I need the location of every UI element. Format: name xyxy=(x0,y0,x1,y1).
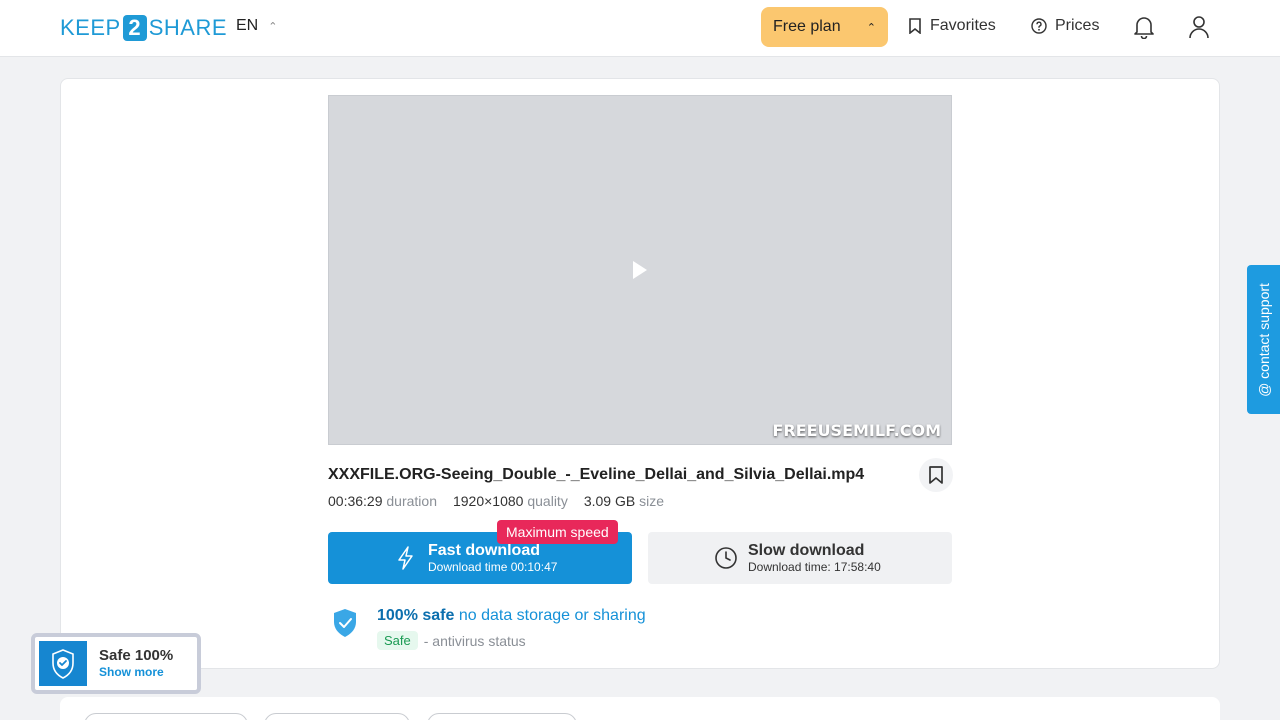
safe-100-widget[interactable]: Safe 100% Show more xyxy=(31,633,201,694)
size-unit: size xyxy=(639,493,664,509)
logo-text-mid: 2 xyxy=(122,15,147,41)
safe-widget-text: Safe 100% Show more xyxy=(99,647,173,680)
plan-label: Free plan xyxy=(773,18,841,35)
duration-info: 00:36:29 duration xyxy=(328,493,437,509)
fast-download-label: Fast download xyxy=(428,542,540,559)
contact-support-label: @ contact support xyxy=(1255,282,1272,397)
safe-widget-title: Safe 100% xyxy=(99,647,174,664)
favorites-label: Favorites xyxy=(930,17,996,34)
bottom-tab-pill[interactable] xyxy=(84,713,248,720)
account-button[interactable] xyxy=(1186,14,1212,40)
video-preview-thumbnail[interactable]: FREEUSEMILF.COM xyxy=(328,95,952,445)
fast-download-time: Download time 00:10:47 xyxy=(428,560,558,574)
prices-label: Prices xyxy=(1055,17,1100,34)
keep2share-logo[interactable]: KEEP 2 SHARE xyxy=(60,14,227,42)
safe-widget-shield xyxy=(39,641,87,686)
user-icon xyxy=(1189,16,1209,39)
bookmark-icon xyxy=(909,18,921,34)
fast-download-text: Fast download Download time 00:10:47 xyxy=(428,542,557,574)
add-to-favorites-button[interactable] xyxy=(919,458,953,492)
safe-status-badge: Safe xyxy=(377,631,418,650)
lightning-icon xyxy=(398,546,413,570)
quality-value: 1920×1080 xyxy=(452,493,524,509)
logo-text-right: SHARE xyxy=(148,15,227,40)
language-label: EN xyxy=(236,17,259,34)
bell-icon xyxy=(1134,17,1154,39)
antivirus-status: Safe - antivirus status xyxy=(377,631,526,650)
contact-support-tab[interactable]: @ contact support xyxy=(1247,265,1280,414)
size-info: 3.09 GB size xyxy=(584,493,664,509)
file-name: XXXFILE.ORG-Seeing_Double_-_Eveline_Dell… xyxy=(328,466,865,483)
favorites-link[interactable]: Favorites xyxy=(908,17,996,35)
slow-download-button[interactable]: Slow download Download time: 17:58:40 xyxy=(648,532,952,584)
prices-link[interactable]: Prices xyxy=(1031,17,1099,35)
slow-download-label: Slow download xyxy=(748,542,865,559)
quality-unit: quality xyxy=(527,493,568,509)
chevron-up-icon: ⌃ xyxy=(866,21,876,34)
top-navigation-bar: KEEP 2 SHARE EN ⌃ Free plan ⌃ Favorites … xyxy=(0,0,1280,57)
safety-headline-rest: no data storage or sharing xyxy=(458,607,646,624)
language-selector[interactable]: EN ⌃ xyxy=(236,17,277,35)
play-icon xyxy=(633,261,647,279)
notifications-button[interactable] xyxy=(1131,14,1157,40)
duration-value: 00:36:29 xyxy=(328,493,383,509)
maximum-speed-badge: Maximum speed xyxy=(497,520,618,544)
bottom-tab-pill[interactable] xyxy=(427,713,577,720)
secondary-card xyxy=(60,697,1220,720)
shield-check-icon xyxy=(334,609,356,637)
thumbnail-watermark: FREEUSEMILF.COM xyxy=(772,421,941,440)
slow-download-text: Slow download Download time: 17:58:40 xyxy=(748,542,881,574)
shield-check-icon xyxy=(52,648,74,679)
bottom-tab-pill[interactable] xyxy=(264,713,410,720)
show-more-link[interactable]: Show more xyxy=(99,664,173,680)
clock-icon xyxy=(715,547,737,569)
logo-text-left: KEEP xyxy=(60,15,121,40)
slow-download-time: Download time: 17:58:40 xyxy=(748,560,881,574)
plan-dropdown-button[interactable]: Free plan ⌃ xyxy=(761,7,888,47)
file-meta: 00:36:29 duration 1920×1080 quality 3.09… xyxy=(328,493,664,509)
quality-info: 1920×1080 quality xyxy=(453,493,568,509)
chevron-up-icon: ⌃ xyxy=(268,20,278,33)
safety-headline: 100% safe no data storage or sharing xyxy=(377,607,646,625)
safety-headline-bold: 100% safe xyxy=(377,607,455,624)
duration-unit: duration xyxy=(386,493,437,509)
bookmark-icon xyxy=(929,466,943,484)
antivirus-status-text: - antivirus status xyxy=(423,632,526,649)
help-circle-icon xyxy=(1031,18,1047,34)
size-value: 3.09 GB xyxy=(583,493,636,509)
